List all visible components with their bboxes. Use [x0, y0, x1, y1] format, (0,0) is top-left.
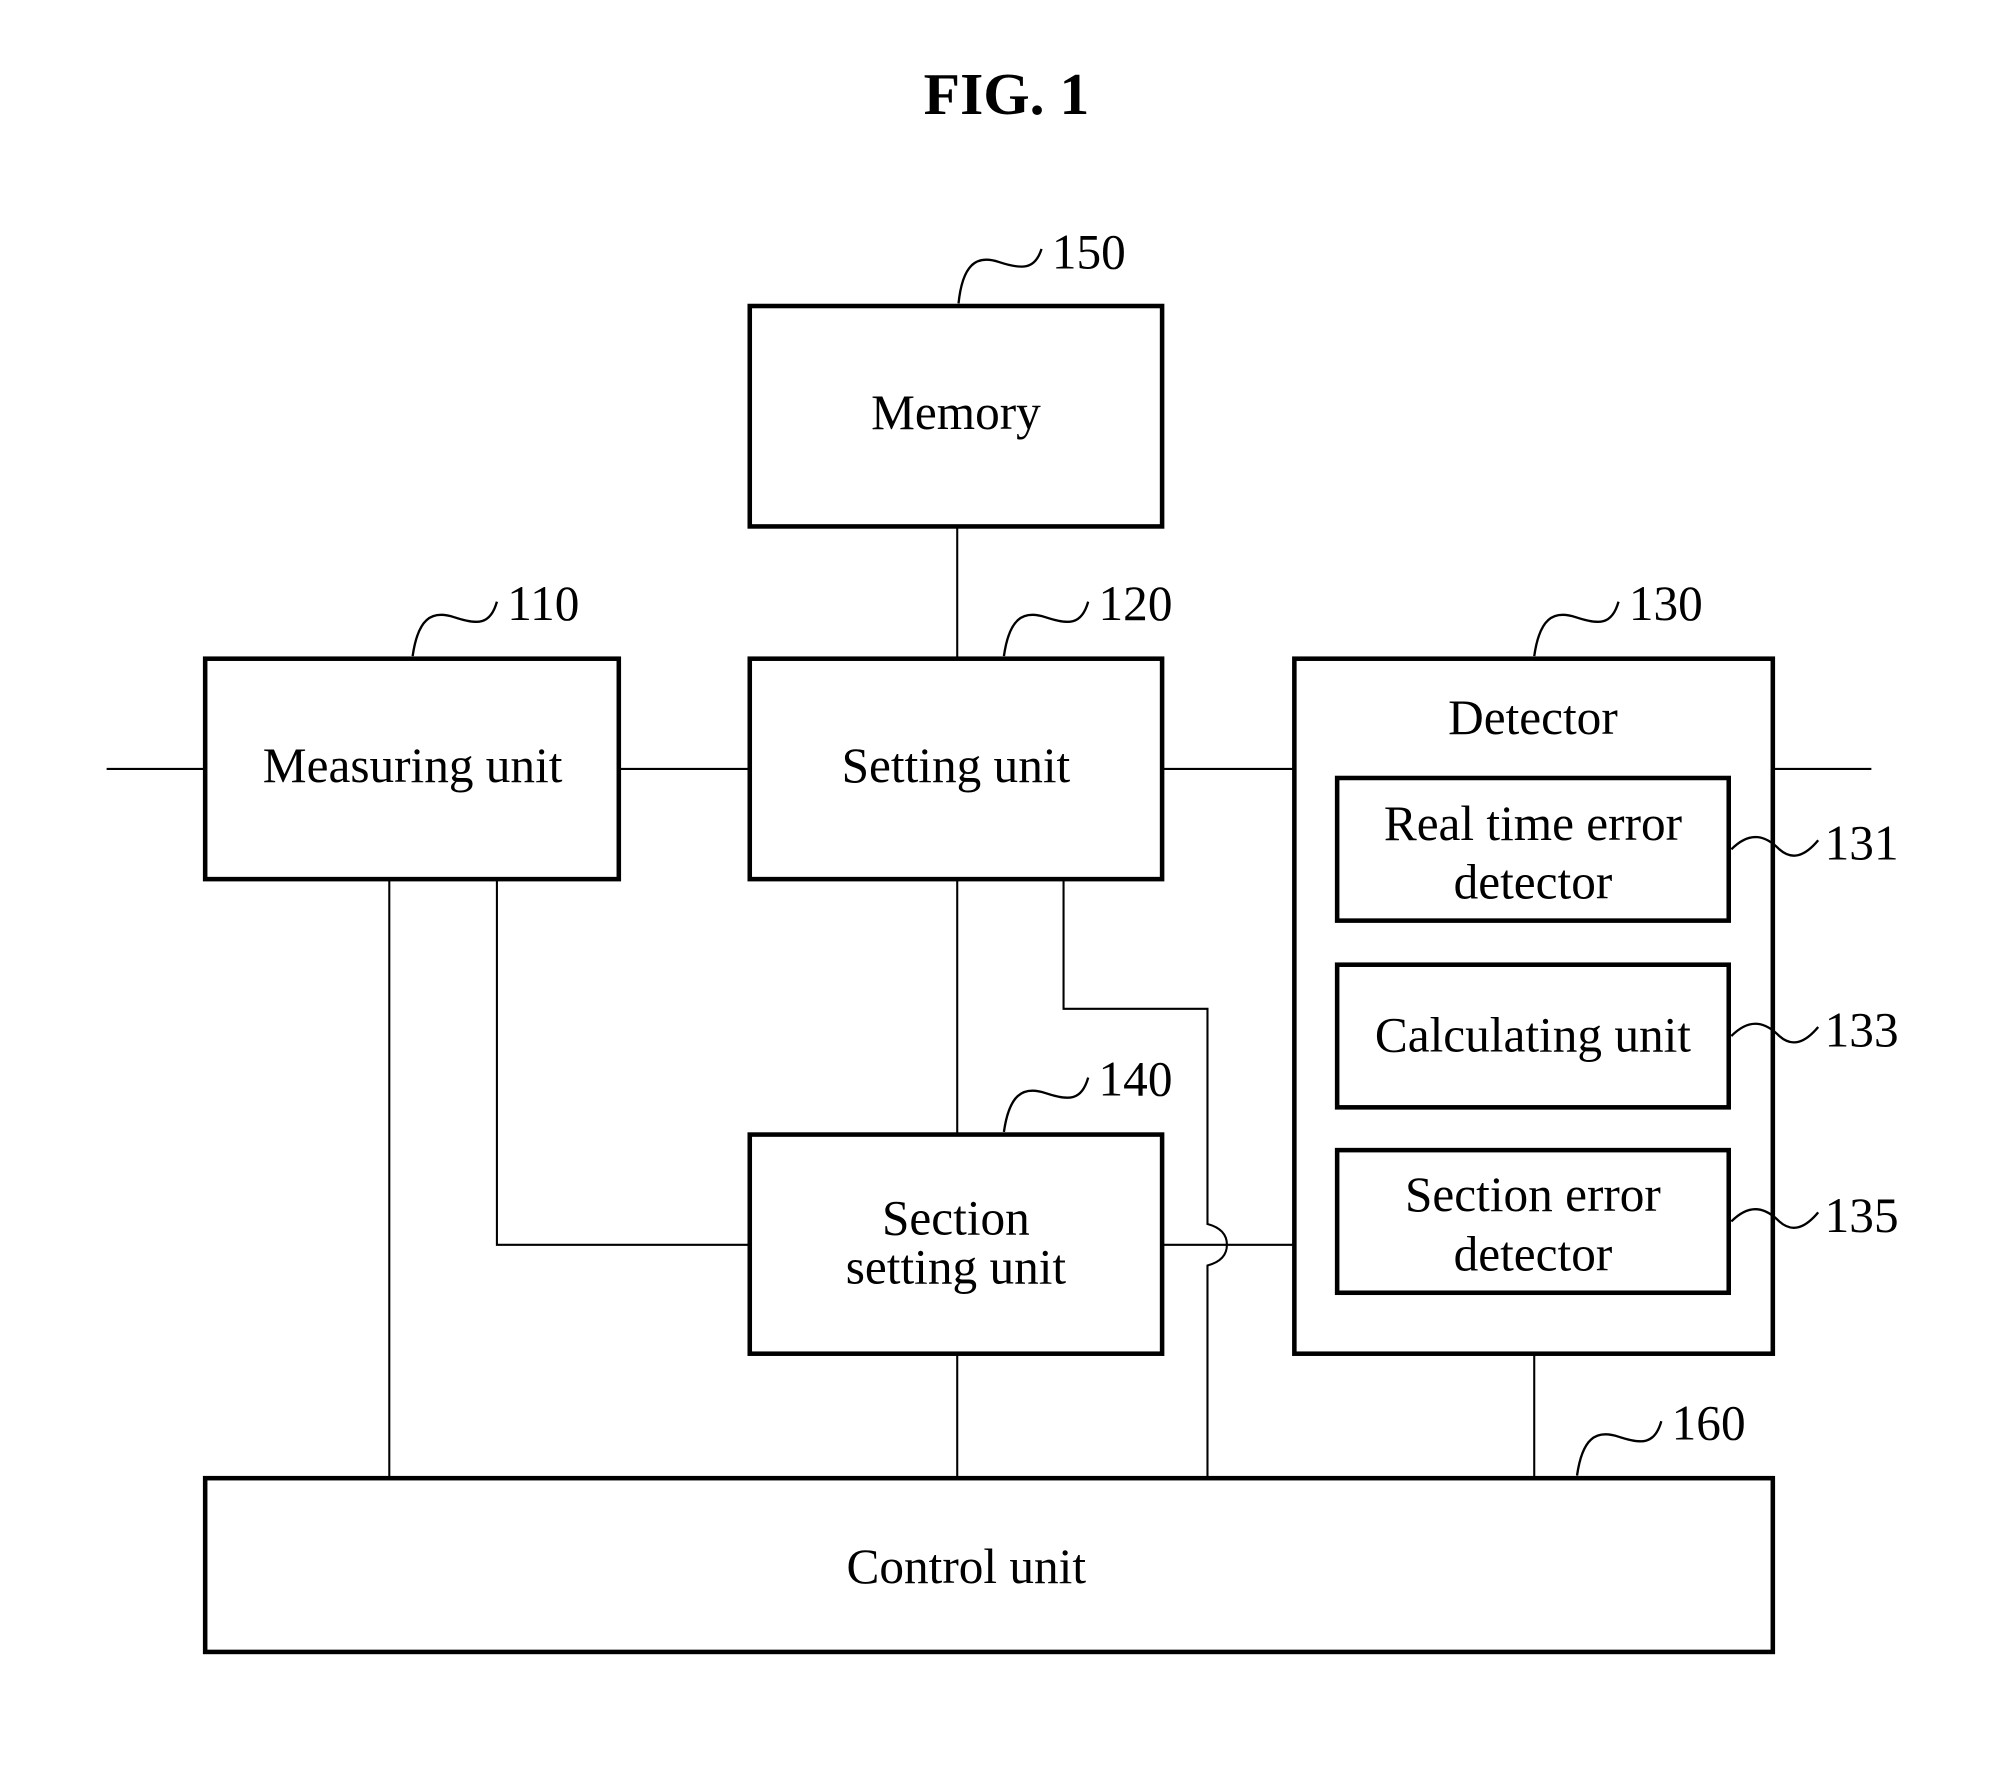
block-diagram: FIG. 1 Memory 150 Measuring unit 110 Set…	[106, 61, 1899, 1655]
memory-label: Memory	[871, 385, 1041, 440]
section-setting-unit-line1: Section	[882, 1190, 1030, 1245]
detector-block: Detector 130 Real time error detector 13…	[1292, 576, 1899, 1356]
ref-131: 131	[1825, 816, 1899, 871]
figure-title: FIG. 1	[924, 61, 1090, 127]
real-time-error-detector-line2: detector	[1454, 855, 1613, 910]
control-unit-label: Control unit	[847, 1539, 1087, 1594]
leader-line	[1002, 1077, 1090, 1133]
ref-150: 150	[1052, 224, 1126, 279]
ref-130: 130	[1629, 576, 1703, 631]
ref-120: 120	[1099, 576, 1173, 631]
calculating-unit-block: Calculating unit 133	[1334, 962, 1899, 1110]
section-error-detector-line2: detector	[1454, 1227, 1613, 1282]
leader-line	[1533, 601, 1620, 657]
measuring-unit-label: Measuring unit	[263, 738, 563, 793]
detector-label: Detector	[1448, 690, 1618, 745]
wire-measuring-section	[495, 879, 750, 1246]
section-error-detector-line1: Section error	[1405, 1167, 1661, 1222]
section-setting-unit-block: Section setting unit 140	[747, 1052, 1173, 1356]
leader-line	[1002, 601, 1090, 657]
memory-block: Memory 150	[747, 224, 1165, 529]
ref-110: 110	[507, 576, 579, 631]
setting-unit-label: Setting unit	[842, 738, 1071, 793]
setting-unit-block: Setting unit 120	[747, 576, 1173, 882]
ref-133: 133	[1825, 1002, 1899, 1057]
ref-160: 160	[1672, 1395, 1746, 1450]
measuring-unit-block: Measuring unit 110	[202, 576, 622, 882]
control-unit-block: Control unit 160	[202, 1395, 1776, 1655]
ref-140: 140	[1099, 1052, 1173, 1107]
calculating-unit-label: Calculating unit	[1375, 1008, 1691, 1063]
section-setting-unit-line2: setting unit	[846, 1240, 1067, 1295]
leader-line	[1575, 1420, 1663, 1476]
real-time-error-detector-line1: Real time error	[1384, 796, 1682, 851]
leader-line	[957, 248, 1043, 304]
leader-line	[411, 601, 499, 657]
ref-135: 135	[1825, 1188, 1899, 1243]
section-error-detector-block: Section error detector 135	[1334, 1147, 1899, 1296]
real-time-error-detector-block: Real time error detector 131	[1334, 775, 1899, 923]
